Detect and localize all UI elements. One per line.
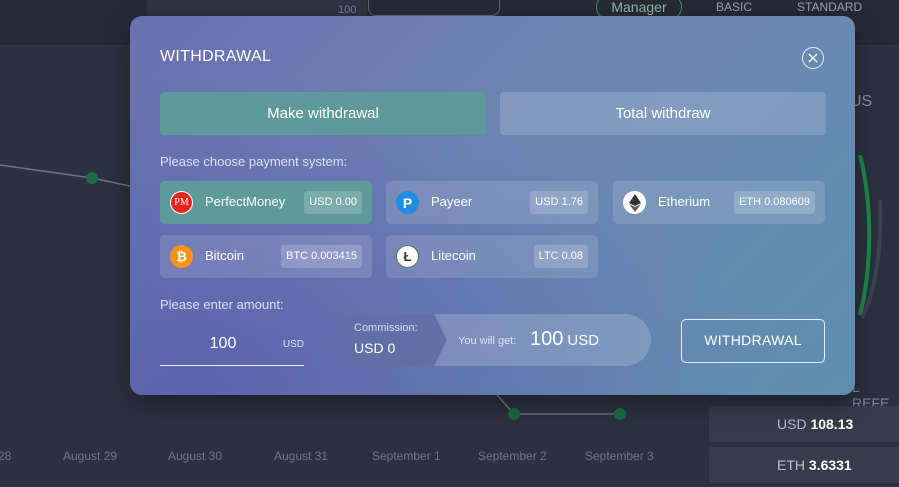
close-button[interactable] [802, 47, 824, 69]
ethereum-glyph [628, 193, 641, 212]
amount-input[interactable] [160, 332, 286, 356]
close-icon [808, 53, 818, 63]
commission-arrow [434, 314, 447, 366]
commission-label: Commission: [354, 322, 418, 334]
payment-option-bitcoin[interactable]: ₿ Bitcoin BTC 0.003415 [160, 235, 372, 278]
you-get-currency: USD [567, 332, 600, 349]
litecoin-icon-text: Ł [403, 249, 412, 264]
status-ring-arc [858, 154, 872, 316]
withdrawal-modal: WITHDRAWAL Make withdrawal Total withdra… [130, 16, 855, 395]
balance-card-usd: USD 108.13 [709, 406, 899, 442]
amount-field: USD [160, 324, 304, 366]
balance-card-value: 3.6331 [808, 457, 852, 473]
payeer-icon-text: P [402, 194, 413, 211]
payment-option-balance: LTC 0.08 [533, 245, 588, 268]
commission-summary: Commission: USD 0 You will get: 100 USD [334, 314, 651, 366]
bitcoin-icon: ₿ [170, 245, 193, 268]
perfectmoney-icon: PM [170, 191, 193, 214]
litecoin-icon: Ł [396, 245, 419, 268]
balance-card-eth: ETH 3.6331 [709, 447, 899, 483]
payment-option-balance: ETH 0.080609 [734, 191, 815, 214]
you-get-value: 100 USD [530, 328, 599, 351]
payment-option-payeer[interactable]: P Payeer USD 1.76 [386, 181, 598, 224]
perfectmoney-icon-text: PM [174, 197, 189, 208]
modal-title: WITHDRAWAL [160, 48, 272, 65]
chart-axis-label: August 30 [168, 449, 223, 463]
ethereum-icon [623, 191, 646, 214]
chart-axis-label: September 1 [372, 449, 441, 463]
payment-option-balance: USD 1.76 [530, 191, 588, 214]
tab-make-withdrawal[interactable]: Make withdrawal [160, 92, 486, 135]
withdrawal-submit-button[interactable]: WITHDRAWAL [681, 319, 825, 363]
payment-option-balance: BTC 0.003415 [281, 245, 362, 268]
payment-option-name: Bitcoin [205, 248, 245, 263]
balance-card-currency: USD [777, 416, 807, 432]
chart-point [614, 408, 626, 420]
payment-option-litecoin[interactable]: Ł Litecoin LTC 0.08 [386, 235, 598, 278]
payment-option-balance: USD 0.00 [304, 191, 362, 214]
tab-total-withdraw[interactable]: Total withdraw [500, 92, 826, 135]
you-get-label: You will get: [458, 335, 517, 347]
chart-axis-label: 28 [0, 449, 12, 463]
payment-option-etherium[interactable]: Etherium ETH 0.080609 [613, 181, 825, 224]
chart-point [86, 172, 98, 184]
chart-point [508, 408, 520, 420]
chart-axis-label: September 2 [478, 449, 547, 463]
payment-option-perfectmoney[interactable]: PM PerfectMoney USD 0.00 [160, 181, 372, 224]
chart-line-segment [0, 164, 93, 179]
commission-value: USD 0 [354, 340, 396, 356]
enter-amount-label: Please enter amount: [160, 297, 284, 312]
chart-axis-label: August 31 [274, 449, 329, 463]
you-get-amount: 100 [530, 328, 564, 350]
amount-unit: USD [282, 339, 304, 350]
balance-card-currency: ETH [777, 457, 805, 473]
payment-option-name: Etherium [658, 194, 711, 209]
chart-axis-label: September 3 [585, 449, 654, 463]
balance-card-value: 108.13 [810, 416, 854, 432]
payment-option-name: PerfectMoney [205, 194, 286, 209]
payeer-icon: P [396, 191, 419, 214]
choose-payment-label: Please choose payment system: [160, 154, 348, 169]
payment-option-name: Litecoin [431, 248, 476, 263]
chart-axis-label: August 29 [63, 449, 118, 463]
bitcoin-icon-text: ₿ [176, 249, 187, 264]
payment-option-name: Payeer [431, 194, 473, 209]
